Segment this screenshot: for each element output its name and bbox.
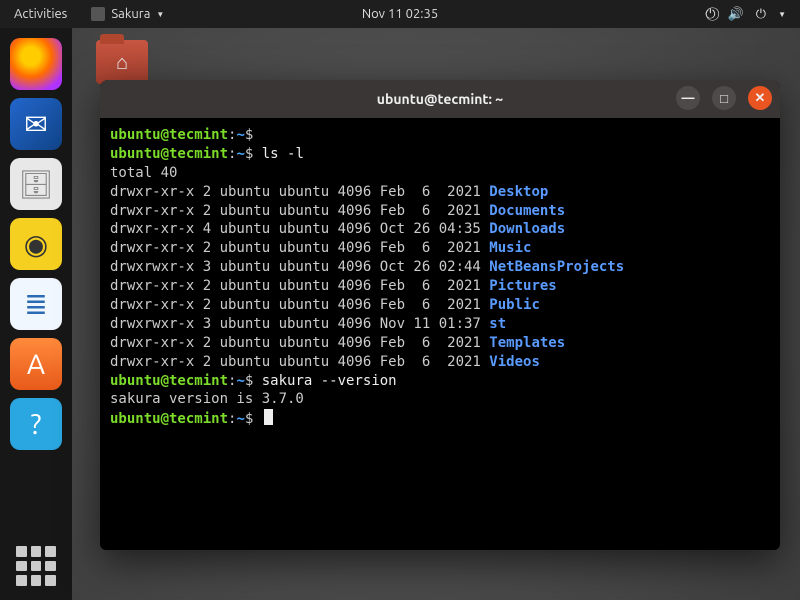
tray-chevron-icon[interactable]: ▼ xyxy=(778,10,786,19)
chevron-down-icon: ▼ xyxy=(156,10,164,19)
network-icon[interactable]: ⏻⃝ xyxy=(705,7,715,22)
clock[interactable]: Nov 11 02:35 xyxy=(362,7,438,21)
system-tray: ⏻⃝ 🔊 ⏻ ▼ xyxy=(705,7,800,22)
dock-thunderbird[interactable]: ✉ xyxy=(10,98,62,150)
maximize-button[interactable]: □ xyxy=(712,86,736,110)
terminal-cursor xyxy=(264,409,273,425)
close-button[interactable]: ✕ xyxy=(748,86,772,110)
dock-software[interactable]: A xyxy=(10,338,62,390)
terminal-window: ubuntu@tecmint: ~ — □ ✕ ubuntu@tecmint:~… xyxy=(100,80,780,550)
activities-button[interactable]: Activities xyxy=(0,7,81,21)
dock-help[interactable]: ? xyxy=(10,398,62,450)
window-controls: — □ ✕ xyxy=(676,86,772,110)
minimize-button[interactable]: — xyxy=(676,86,700,110)
show-apps-button[interactable] xyxy=(16,546,56,586)
terminal-content[interactable]: ubuntu@tecmint:~$ ubuntu@tecmint:~$ ls -… xyxy=(100,118,780,550)
app-menu-label: Sakura xyxy=(111,7,150,21)
power-icon[interactable]: ⏻ xyxy=(756,7,766,22)
dock-rhythmbox[interactable]: ◉ xyxy=(10,218,62,270)
app-icon xyxy=(91,7,105,21)
dock-firefox[interactable] xyxy=(10,38,62,90)
dock: ✉ 🗄 ◉ ≣ A ? xyxy=(0,28,72,600)
window-title: ubuntu@tecmint: ~ xyxy=(377,91,503,107)
top-panel: Activities Sakura ▼ Nov 11 02:35 ⏻⃝ 🔊 ⏻ … xyxy=(0,0,800,28)
volume-icon[interactable]: 🔊 xyxy=(728,7,744,22)
dock-files[interactable]: 🗄 xyxy=(10,158,62,210)
app-menu[interactable]: Sakura ▼ xyxy=(81,7,174,21)
window-titlebar[interactable]: ubuntu@tecmint: ~ — □ ✕ xyxy=(100,80,780,118)
home-glyph-icon: ⌂ xyxy=(96,40,148,84)
dock-writer[interactable]: ≣ xyxy=(10,278,62,330)
